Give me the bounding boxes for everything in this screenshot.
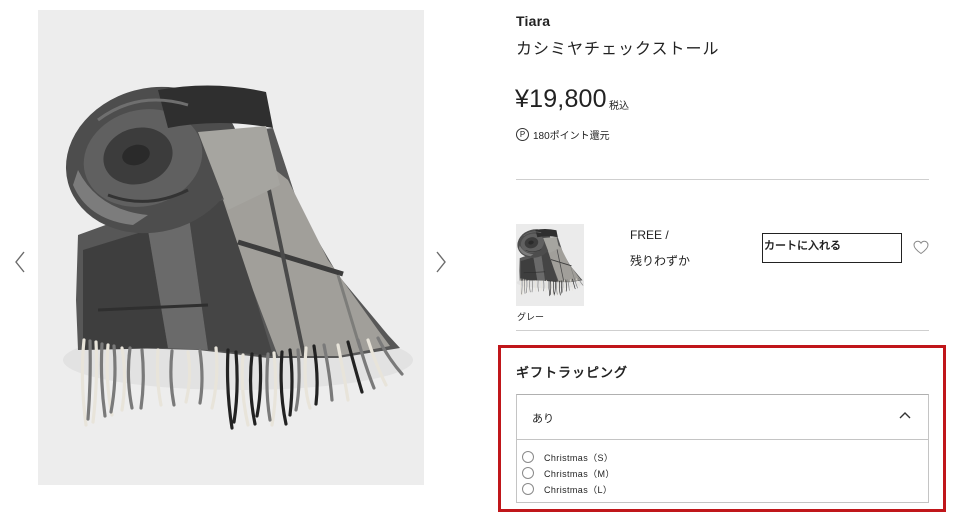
scarf-thumbnail xyxy=(516,225,584,297)
points-info: P 180ポイント還元 xyxy=(516,127,610,142)
color-variant-thumbnail[interactable] xyxy=(516,224,584,306)
color-name: グレー xyxy=(517,312,545,322)
size-label: FREE / xyxy=(630,228,669,242)
chevron-right-icon[interactable] xyxy=(434,250,448,274)
tax-label: 税込 xyxy=(609,101,629,112)
add-to-cart-button[interactable]: カートに入れる xyxy=(762,233,902,263)
divider xyxy=(516,179,929,180)
product-image xyxy=(38,10,424,485)
stock-status: 残りわずか xyxy=(630,254,691,268)
points-text: 180ポイント還元 xyxy=(533,130,610,142)
points-icon: P xyxy=(516,127,529,141)
product-image-panel xyxy=(38,10,424,485)
brand-name: Tiara xyxy=(516,13,551,29)
gift-wrapping-selected-value: あり xyxy=(532,413,554,425)
gift-wrapping-select[interactable]: あり xyxy=(516,394,929,440)
radio-button[interactable] xyxy=(522,483,534,495)
radio-button[interactable] xyxy=(522,451,534,463)
chevron-up-icon[interactable] xyxy=(899,411,911,419)
thumbnail-image xyxy=(516,225,584,297)
product-name: カシミヤチェックストール xyxy=(516,41,720,58)
radio-button[interactable] xyxy=(522,467,534,479)
price: ¥19,800 xyxy=(515,85,607,113)
gift-option-christmas-m[interactable]: Christmas（M） xyxy=(517,465,928,481)
scarf-image xyxy=(49,68,413,428)
heart-outline-icon[interactable] xyxy=(913,240,929,255)
gift-wrapping-options: Christmas（S） Christmas（M） Christmas（L） xyxy=(516,440,929,503)
option-label: Christmas（M） xyxy=(544,468,615,479)
divider xyxy=(516,330,929,331)
gift-wrapping-title: ギフトラッピング xyxy=(516,365,629,380)
option-label: Christmas（S） xyxy=(544,452,614,463)
gift-option-christmas-s[interactable]: Christmas（S） xyxy=(517,449,928,465)
gift-option-christmas-l[interactable]: Christmas（L） xyxy=(517,481,928,497)
option-label: Christmas（L） xyxy=(544,484,613,495)
chevron-left-icon[interactable] xyxy=(13,250,27,274)
